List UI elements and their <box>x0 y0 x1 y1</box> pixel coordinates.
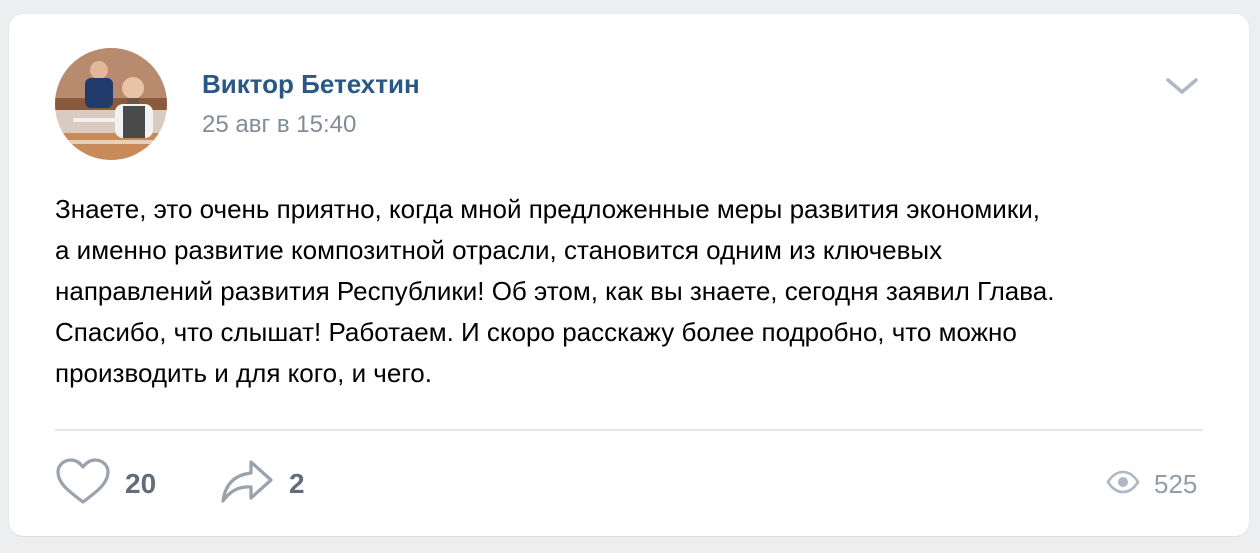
post-text-line: направлений развития Республики! Об этом… <box>55 276 1055 306</box>
share-count: 2 <box>289 468 305 499</box>
like-button[interactable]: 20 <box>55 457 157 511</box>
post-text-line: Спасибо, что слышат! Работаем. И скоро р… <box>55 317 1017 347</box>
chevron-down-icon[interactable] <box>1164 74 1200 98</box>
like-count: 20 <box>125 468 157 499</box>
post-date[interactable]: 25 авг в 15:40 <box>202 111 356 139</box>
post-text-line: Знаете, это очень приятно, когда мной пр… <box>55 194 1040 224</box>
post-text-line: производить и для кого, и чего. <box>55 358 432 388</box>
avatar[interactable] <box>55 48 167 160</box>
post-text-line: а именно развитие композитной отрасли, с… <box>55 235 943 265</box>
author-name[interactable]: Виктор Бетехтин <box>202 69 420 100</box>
views-count: 525 <box>1154 468 1198 499</box>
post-text: Знаете, это очень приятно, когда мной пр… <box>55 189 1215 394</box>
post-card: Виктор Бетехтин 25 авг в 15:40 Знаете, э… <box>9 14 1249 536</box>
heart-icon <box>55 457 111 511</box>
avatar-photo <box>55 48 167 160</box>
divider <box>55 429 1203 431</box>
share-arrow-icon <box>219 458 275 511</box>
views-counter: 525 <box>1106 466 1197 502</box>
share-button[interactable]: 2 <box>219 458 305 511</box>
eye-icon <box>1106 470 1140 499</box>
